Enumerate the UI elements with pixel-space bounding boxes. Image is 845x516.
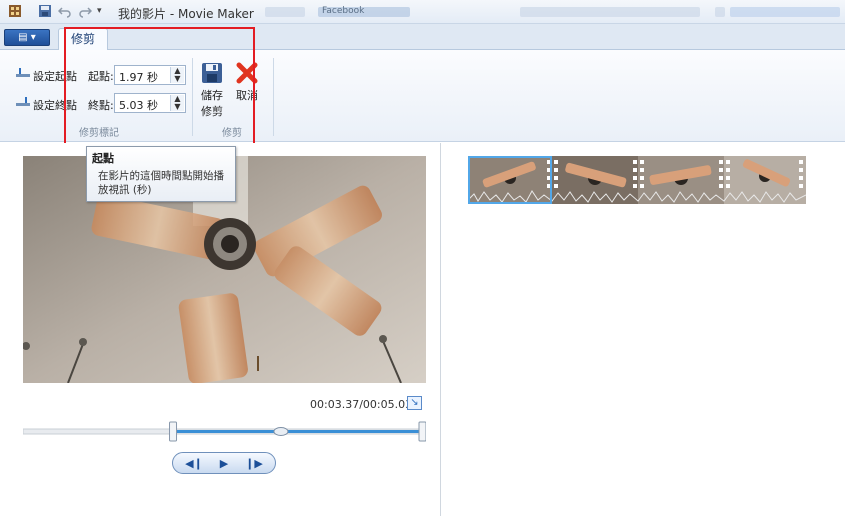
customize-toolbar-chevron-icon[interactable]: ▾ bbox=[97, 6, 111, 20]
previous-frame-icon: ◀❙ bbox=[185, 457, 203, 470]
undo-icon[interactable] bbox=[58, 4, 72, 18]
set-start-icon bbox=[16, 68, 30, 77]
previous-frame-button[interactable]: ◀❙ bbox=[181, 456, 207, 471]
set-end-icon bbox=[16, 97, 30, 106]
start-point-tooltip: 起點 在影片的這個時間點開始播放視訊 (秒) bbox=[86, 146, 236, 202]
timecode-display: 00:03.37/00:05.03 bbox=[310, 398, 413, 411]
background-tab-label: Facebook bbox=[322, 6, 365, 16]
next-frame-icon: ❙▶ bbox=[245, 457, 263, 470]
playhead-thumb bbox=[273, 427, 289, 436]
storyboard-clip[interactable] bbox=[468, 156, 806, 204]
play-button[interactable]: ▶ bbox=[211, 456, 237, 471]
group-separator bbox=[273, 58, 274, 136]
app-menu-button[interactable]: ▤ ▾ bbox=[4, 29, 50, 46]
redo-icon[interactable] bbox=[78, 4, 92, 18]
playback-controls: ◀❙ ▶ ❙▶ bbox=[172, 452, 276, 474]
next-frame-button[interactable]: ❙▶ bbox=[241, 456, 267, 471]
blurred-tab bbox=[730, 7, 840, 17]
expand-arrow-icon: ↘ bbox=[410, 397, 419, 408]
trimmed-region bbox=[176, 430, 419, 433]
trim-trackbar[interactable] bbox=[23, 420, 426, 443]
movie-maker-app-icon bbox=[9, 5, 21, 17]
blurred-tab bbox=[520, 7, 700, 17]
trim-end-handle bbox=[418, 421, 426, 442]
tooltip-title: 起點 bbox=[92, 152, 114, 165]
expand-preview-button[interactable]: ↘ bbox=[407, 396, 422, 410]
quick-save-icon[interactable] bbox=[38, 4, 52, 18]
pane-divider[interactable] bbox=[440, 143, 441, 516]
blurred-tab bbox=[715, 7, 725, 17]
trim-start-handle bbox=[169, 421, 178, 442]
highlight-box bbox=[64, 27, 255, 158]
blurred-tab bbox=[265, 7, 305, 17]
tooltip-body: 在影片的這個時間點開始播放視訊 (秒) bbox=[98, 170, 224, 196]
play-icon: ▶ bbox=[219, 457, 229, 470]
title-bar: ▾ 我的影片 - Movie Maker Facebook bbox=[0, 0, 845, 24]
window-title: 我的影片 - Movie Maker bbox=[118, 7, 254, 21]
